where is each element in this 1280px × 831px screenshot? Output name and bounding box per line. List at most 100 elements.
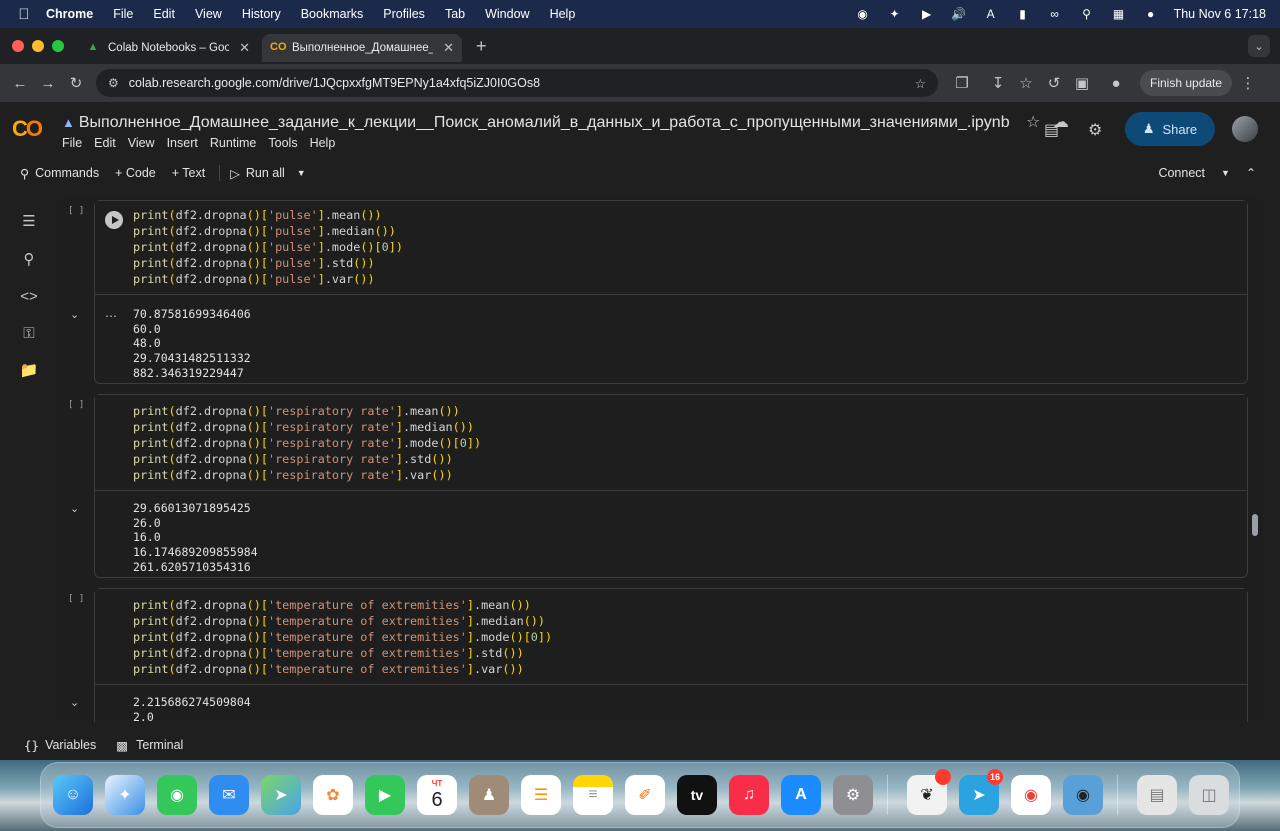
- output-actions-icon[interactable]: ⋯: [105, 309, 117, 323]
- back-arrow-icon[interactable]: ←: [6, 69, 34, 97]
- menubar-item-bookmarks[interactable]: Bookmarks: [301, 7, 364, 21]
- menubar-app-name[interactable]: Chrome: [46, 7, 93, 21]
- bookmark-star-icon[interactable]: ☆: [915, 76, 926, 91]
- telegram-icon[interactable]: ➤ 16: [959, 769, 1003, 815]
- code-cell[interactable]: print(df2.dropna()['temperature of extre…: [94, 588, 1248, 722]
- calendar-icon[interactable]: ЧТ 6: [417, 775, 457, 815]
- link-icon[interactable]: ∞: [1046, 5, 1064, 23]
- system-settings-icon[interactable]: ⚙: [833, 775, 873, 815]
- menu-runtime[interactable]: Runtime: [210, 136, 257, 150]
- apple-icon[interactable]: : [16, 6, 32, 23]
- menubar-item-history[interactable]: History: [242, 7, 281, 21]
- comment-icon[interactable]: ▤: [1044, 120, 1059, 140]
- facetime-icon[interactable]: ▶: [365, 775, 405, 815]
- finish-update-button[interactable]: Finish update: [1140, 70, 1233, 96]
- star-icon[interactable]: ☆: [1026, 114, 1040, 131]
- freeform-icon[interactable]: ✐: [625, 775, 665, 815]
- feather-app-icon[interactable]: ❦: [907, 769, 951, 815]
- notes-icon[interactable]: ≡: [573, 775, 613, 815]
- history-icon[interactable]: ↺: [1040, 69, 1068, 97]
- wifi-off-icon[interactable]: ✦: [886, 5, 904, 23]
- app-store-icon[interactable]: A: [781, 775, 821, 815]
- code-cell[interactable]: print(df2.dropna()['respiratory rate'].m…: [94, 394, 1248, 578]
- control-center-icon[interactable]: ▦: [1110, 5, 1128, 23]
- chrome-icon[interactable]: ◉: [1011, 775, 1051, 815]
- extensions-icon[interactable]: ❐: [948, 69, 976, 97]
- add-code-button[interactable]: + Code: [115, 166, 156, 180]
- menu-view[interactable]: View: [128, 136, 155, 150]
- siri-icon[interactable]: ●: [1142, 5, 1160, 23]
- window-zoom-button[interactable]: [52, 40, 64, 52]
- new-tab-icon[interactable]: +: [476, 36, 487, 57]
- add-text-button[interactable]: + Text: [172, 166, 205, 180]
- close-tab-icon[interactable]: ✕: [239, 40, 250, 56]
- run-all-dropdown-icon[interactable]: ▼: [297, 168, 306, 178]
- menubar-item-profiles[interactable]: Profiles: [383, 7, 425, 21]
- menubar-item-file[interactable]: File: [113, 7, 133, 21]
- code-editor[interactable]: print(df2.dropna()['pulse'].mean()) prin…: [95, 201, 1247, 295]
- bookmarks-star-icon[interactable]: ☆: [1012, 69, 1040, 97]
- safari-icon[interactable]: ✦: [105, 775, 145, 815]
- apple-tv-icon[interactable]: tv: [677, 775, 717, 815]
- menu-tools[interactable]: Tools: [268, 136, 297, 150]
- tab-colab-notebooks[interactable]: ▲ Colab Notebooks – Google Д ✕: [78, 34, 258, 62]
- table-of-contents-icon[interactable]: ☰: [18, 210, 40, 232]
- menubar-clock[interactable]: Thu Nov 6 17:18: [1174, 7, 1266, 21]
- reminders-icon[interactable]: ☰: [521, 775, 561, 815]
- find-replace-icon[interactable]: ⚲: [18, 248, 40, 270]
- collapse-output-chevron-icon[interactable]: ⌄: [70, 696, 79, 709]
- kebab-menu-icon[interactable]: ⋮: [1234, 69, 1262, 97]
- status-icon[interactable]: ◉: [854, 5, 872, 23]
- share-button[interactable]: ♟ Share: [1125, 112, 1215, 146]
- collapse-header-icon[interactable]: ⌃: [1246, 166, 1256, 180]
- code-snippets-icon[interactable]: <>: [18, 285, 40, 307]
- connect-button[interactable]: Connect: [1158, 166, 1205, 180]
- user-avatar[interactable]: [1232, 116, 1258, 142]
- terminal-button[interactable]: Terminal: [136, 738, 183, 752]
- spotlight-search-icon[interactable]: ⚲: [1078, 5, 1096, 23]
- commands-button[interactable]: ⚲ Commands: [20, 166, 99, 181]
- photos-icon[interactable]: ✿: [313, 775, 353, 815]
- play-circle-icon[interactable]: ▶: [918, 5, 936, 23]
- screenshot-icon[interactable]: ▣: [1068, 69, 1096, 97]
- finder-icon[interactable]: ☺: [53, 775, 93, 815]
- secrets-key-icon[interactable]: ⚿: [18, 322, 40, 344]
- menu-help[interactable]: Help: [310, 136, 336, 150]
- menubar-item-help[interactable]: Help: [550, 7, 576, 21]
- scrollbar-thumb[interactable]: [1252, 514, 1258, 536]
- mail-icon[interactable]: ✉: [209, 775, 249, 815]
- files-folder-icon[interactable]: 📁: [18, 359, 40, 381]
- profile-avatar-icon[interactable]: ●: [1102, 69, 1130, 97]
- download-icon[interactable]: ↧: [984, 69, 1012, 97]
- notebook-cells[interactable]: [ ] print(df2.dropna()['pulse'].mean()) …: [58, 196, 1262, 722]
- connect-dropdown-icon[interactable]: ▼: [1221, 168, 1230, 178]
- volume-icon[interactable]: 🔊: [950, 5, 968, 23]
- messages-icon[interactable]: ◉: [157, 775, 197, 815]
- code-cell[interactable]: print(df2.dropna()['pulse'].mean()) prin…: [94, 200, 1248, 384]
- menubar-item-tab[interactable]: Tab: [445, 7, 465, 21]
- settings-gear-icon[interactable]: ⚙: [1088, 120, 1102, 140]
- menubar-item-window[interactable]: Window: [485, 7, 529, 21]
- reload-icon[interactable]: ↻: [62, 69, 90, 97]
- battery-icon[interactable]: ▮: [1014, 5, 1032, 23]
- tab-search-icon[interactable]: ⌄: [1248, 35, 1270, 57]
- code-editor[interactable]: print(df2.dropna()['temperature of extre…: [95, 589, 1247, 685]
- menu-edit[interactable]: Edit: [94, 136, 116, 150]
- window-minimize-button[interactable]: [32, 40, 44, 52]
- address-bar[interactable]: ⚙ colab.research.google.com/drive/1JQcpx…: [96, 69, 938, 97]
- menu-file[interactable]: File: [62, 136, 82, 150]
- close-tab-icon[interactable]: ✕: [443, 40, 454, 56]
- collapse-output-chevron-icon[interactable]: ⌄: [70, 502, 79, 515]
- trash-icon[interactable]: ◫: [1189, 775, 1229, 815]
- menubar-item-view[interactable]: View: [195, 7, 222, 21]
- code-editor[interactable]: print(df2.dropna()['respiratory rate'].m…: [95, 395, 1247, 491]
- colab-logo[interactable]: CO: [12, 116, 43, 142]
- tab-notebook[interactable]: CO Выполненное_Домашнее_з ✕: [262, 34, 462, 62]
- maps-icon[interactable]: ➤: [261, 775, 301, 815]
- variables-button[interactable]: Variables: [45, 738, 96, 752]
- keyboard-input-icon[interactable]: A: [982, 5, 1000, 23]
- disk-app-icon[interactable]: ◉: [1063, 775, 1103, 815]
- notebook-title[interactable]: ▲ Выполненное_Домашнее_задание_к_лекции__…: [62, 112, 1069, 132]
- forward-arrow-icon[interactable]: →: [34, 69, 62, 97]
- menu-insert[interactable]: Insert: [167, 136, 198, 150]
